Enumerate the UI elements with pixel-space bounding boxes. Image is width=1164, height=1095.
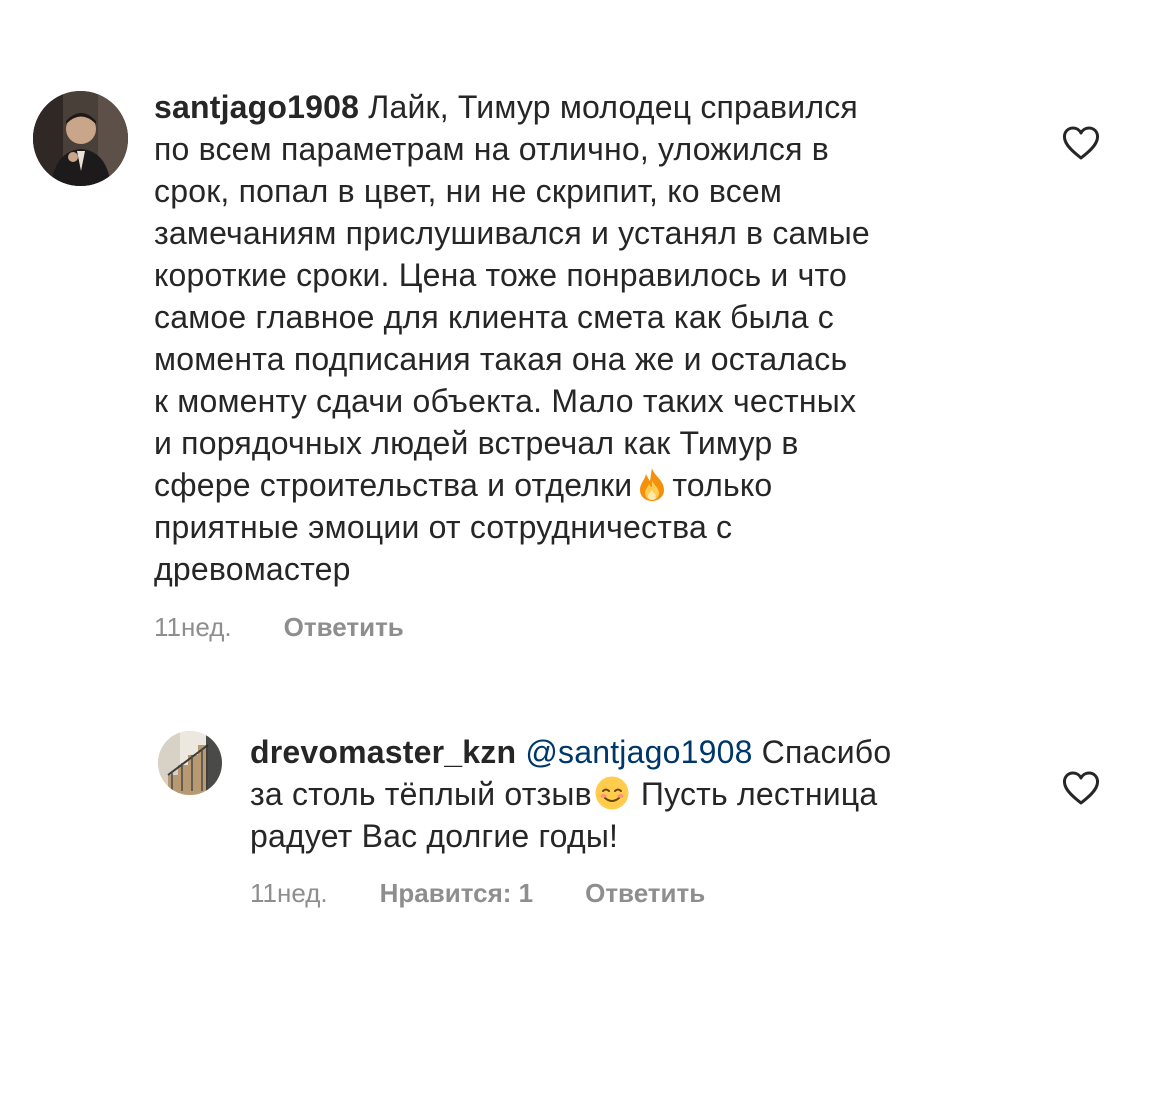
reply-line-2: за столь тёплый отзыв Пусть лестница: [250, 773, 1030, 815]
comment-line-10: сфере строительства и отделки только: [154, 464, 1034, 506]
comment-text: santjago1908 Лайк, Тимур молодец справил…: [154, 86, 1034, 590]
avatar[interactable]: [158, 731, 222, 795]
comment-line-12: древомастер: [154, 551, 351, 587]
reply-line-text: Пусть лестница: [631, 776, 878, 812]
comment-username[interactable]: santjago1908: [154, 89, 359, 125]
like-heart-icon[interactable]: [1061, 770, 1101, 806]
comment-timestamp: 11нед.: [154, 612, 232, 642]
reply-text: drevomaster_kzn @santjago1908 Спасибо за …: [250, 731, 1030, 857]
smiling-face-emoji: [594, 775, 630, 811]
comment-line-8: к моменту сдачи объекта. Мало таких чест…: [154, 383, 857, 419]
like-heart-icon[interactable]: [1061, 125, 1101, 161]
comment-line-5: короткие сроки. Цена тоже понравилось и …: [154, 257, 847, 293]
comment-line-2: по всем параметрам на отлично, уложился …: [154, 131, 829, 167]
comment-line-text: сфере строительства и отделки: [154, 467, 633, 503]
comment-username[interactable]: drevomaster_kzn: [250, 734, 516, 770]
reply-line-text: за столь тёплый отзыв: [250, 776, 592, 812]
comment-line-7: момента подписания такая она же и остала…: [154, 341, 848, 377]
reply-line-3: радует Вас долгие годы!: [250, 818, 619, 854]
mention-link[interactable]: @santjago1908: [525, 734, 752, 770]
reply-timestamp: 11нед.: [250, 878, 328, 908]
comment-line-1: santjago1908 Лайк, Тимур молодец справил…: [154, 86, 1034, 128]
comment-line-11: приятные эмоции от сотрудничества с: [154, 509, 733, 545]
avatar[interactable]: [33, 91, 128, 186]
reply-button[interactable]: Ответить: [284, 612, 404, 643]
comment-line-3: срок, попал в цвет, ни не скрипит, ко вс…: [154, 173, 783, 209]
reply-button[interactable]: Ответить: [585, 878, 705, 909]
reply-line-text: Спасибо: [752, 734, 892, 770]
likes-count-button[interactable]: Нравится: 1: [380, 878, 533, 909]
comment-line-6: самое главное для клиента смета как была…: [154, 299, 834, 335]
comment-line-text: только: [672, 467, 773, 503]
comment-line-9: и порядочных людей встречал как Тимур в: [154, 425, 799, 461]
reply-meta: 11нед. Нравится: 1 Ответить: [250, 878, 705, 909]
comment-line-text: Лайк, Тимур молодец справился: [359, 89, 858, 125]
comment-meta: 11нед. Ответить: [154, 612, 404, 643]
fire-emoji: [634, 466, 670, 502]
comment-line-4: замечаниям прислушивался и устанял в сам…: [154, 215, 870, 251]
reply-line-1: drevomaster_kzn @santjago1908 Спасибо: [250, 731, 1030, 773]
